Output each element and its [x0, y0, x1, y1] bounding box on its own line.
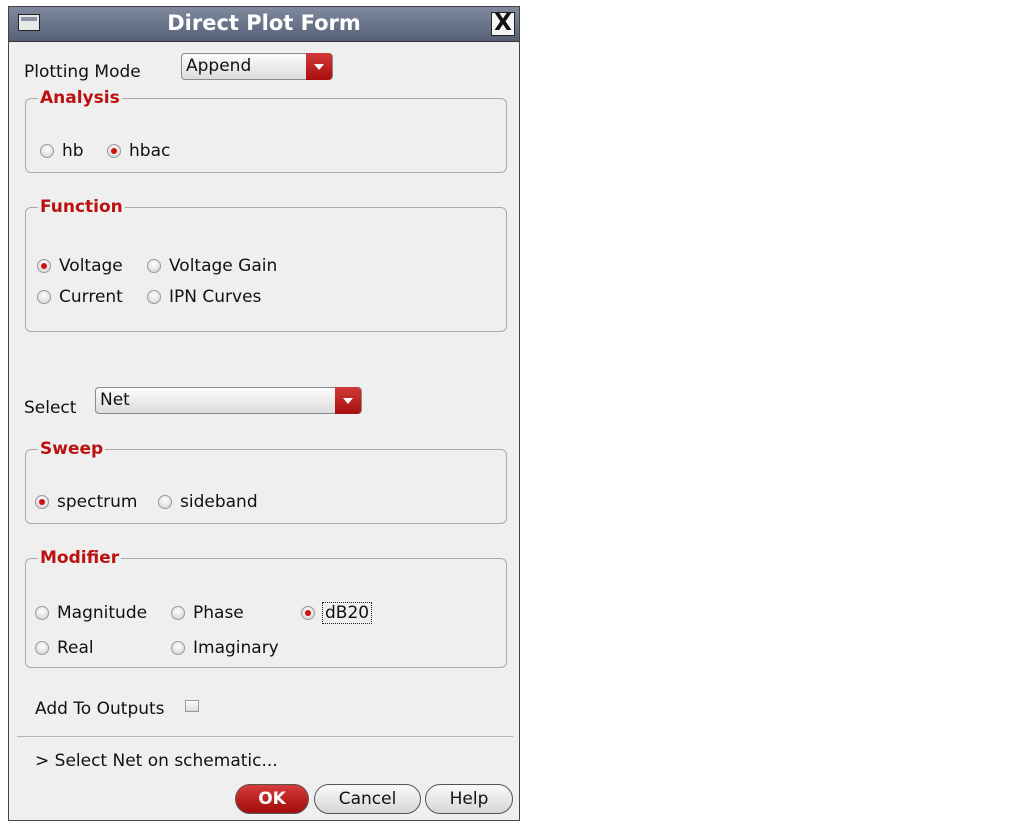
chevron-down-icon[interactable] [335, 387, 361, 414]
radio-magnitude[interactable]: Magnitude [35, 603, 147, 623]
add-to-outputs-checkbox[interactable] [185, 700, 199, 712]
radio-indicator[interactable] [147, 290, 161, 304]
radio-voltage-gain[interactable]: Voltage Gain [147, 256, 277, 276]
window-title: Direct Plot Form [167, 11, 361, 35]
radio-spectrum[interactable]: spectrum [35, 492, 137, 512]
radio-label: hb [62, 141, 84, 161]
radio-label: spectrum [57, 492, 138, 512]
radio-label: Phase [193, 603, 244, 623]
radio-label: IPN Curves [169, 287, 262, 307]
radio-sideband[interactable]: sideband [158, 492, 258, 512]
radio-indicator[interactable] [301, 606, 315, 620]
status-message: > Select Net on schematic... [35, 751, 278, 771]
radio-indicator[interactable] [35, 641, 49, 655]
radio-ipn-curves[interactable]: IPN Curves [147, 287, 261, 307]
direct-plot-form-window: Direct Plot Form X Plotting Mode Append … [8, 6, 520, 821]
radio-label: Magnitude [57, 603, 148, 623]
radio-hbac[interactable]: hbac [107, 141, 170, 161]
radio-indicator[interactable] [171, 606, 185, 620]
cancel-button[interactable]: Cancel [314, 784, 421, 814]
radio-db20[interactable]: dB20 [301, 602, 373, 624]
ok-button[interactable]: OK [235, 784, 309, 814]
help-button[interactable]: Help [425, 784, 513, 814]
radio-voltage[interactable]: Voltage [37, 256, 123, 276]
radio-current[interactable]: Current [37, 287, 123, 307]
radio-indicator[interactable] [171, 641, 185, 655]
radio-label: Voltage [59, 256, 123, 276]
title-bar[interactable]: Direct Plot Form X [9, 7, 519, 42]
radio-label: Current [59, 287, 123, 307]
modifier-legend: Modifier [38, 548, 122, 568]
radio-label: Voltage Gain [169, 256, 278, 276]
radio-indicator[interactable] [35, 606, 49, 620]
modifier-group: Modifier Magnitude Phase dB20 Real Imagi… [25, 548, 507, 668]
analysis-group: Analysis hb hbac [25, 88, 507, 173]
radio-real[interactable]: Real [35, 638, 94, 658]
analysis-legend: Analysis [38, 88, 122, 108]
radio-indicator[interactable] [147, 259, 161, 273]
select-label: Select [24, 398, 77, 418]
radio-label: dB20 [321, 602, 373, 624]
plotting-mode-label: Plotting Mode [24, 62, 141, 82]
select-value: Net [100, 390, 130, 410]
radio-phase[interactable]: Phase [171, 603, 244, 623]
divider [17, 736, 513, 737]
chevron-down-icon[interactable] [306, 53, 332, 80]
function-group: Function Voltage Voltage Gain Current IP… [25, 197, 507, 332]
plotting-mode-dropdown[interactable]: Append [181, 53, 333, 80]
function-legend: Function [38, 197, 125, 217]
radio-label: sideband [180, 492, 258, 512]
radio-imaginary[interactable]: Imaginary [171, 638, 279, 658]
radio-indicator[interactable] [35, 495, 49, 509]
add-to-outputs-label: Add To Outputs [35, 699, 165, 719]
radio-indicator[interactable] [158, 495, 172, 509]
help-button-label: Help [449, 789, 489, 809]
radio-hb[interactable]: hb [40, 141, 84, 161]
radio-indicator[interactable] [40, 144, 54, 158]
radio-label: Real [57, 638, 94, 658]
sweep-group: Sweep spectrum sideband [25, 439, 507, 524]
ok-button-label: OK [258, 789, 286, 809]
select-dropdown[interactable]: Net [95, 387, 362, 414]
radio-indicator[interactable] [107, 144, 121, 158]
radio-indicator[interactable] [37, 290, 51, 304]
cancel-button-label: Cancel [338, 789, 397, 809]
sweep-legend: Sweep [38, 439, 106, 459]
radio-label: hbac [129, 141, 171, 161]
radio-indicator[interactable] [37, 259, 51, 273]
radio-label: Imaginary [193, 638, 279, 658]
plotting-mode-value: Append [186, 56, 252, 76]
close-icon[interactable]: X [491, 12, 515, 36]
